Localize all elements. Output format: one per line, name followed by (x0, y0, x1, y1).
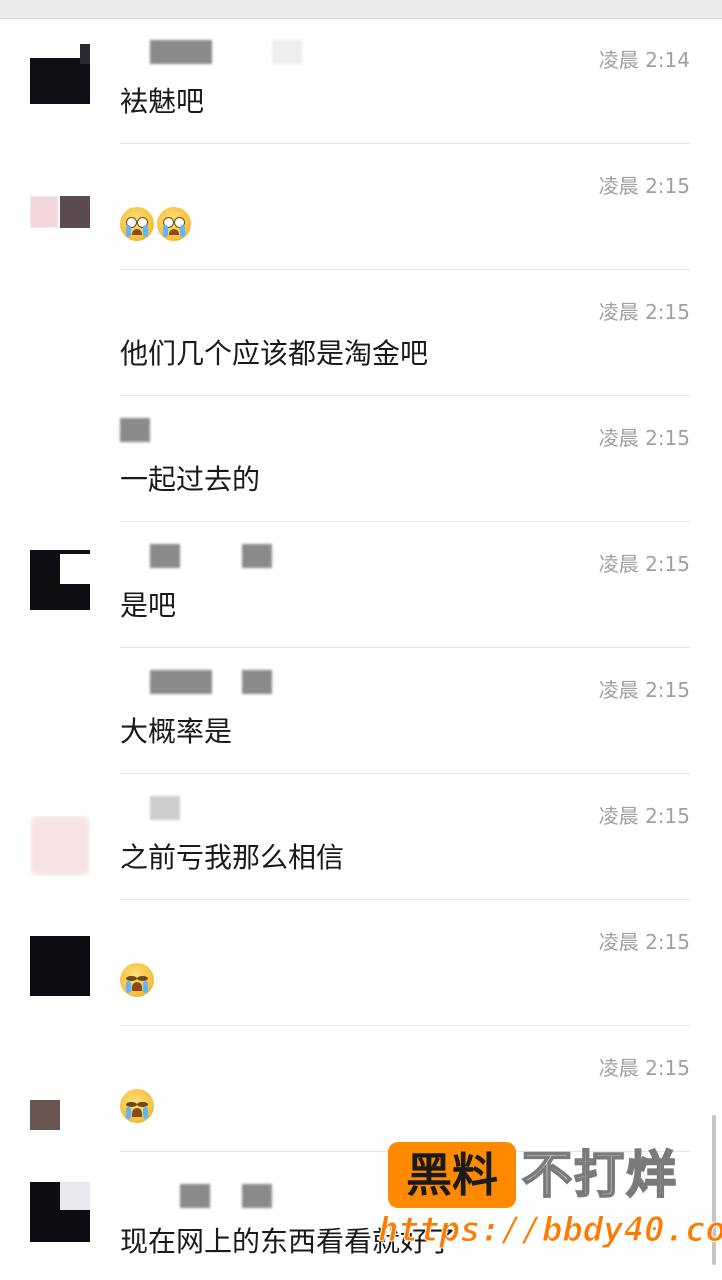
message-time: 凌晨 2:15 (598, 426, 690, 450)
message-time: 凌晨 2:15 (598, 1056, 690, 1080)
watermark: 黑料 不打烊 https://bbdy40.com (377, 1142, 722, 1262)
message-row[interactable]: 凌晨 2:15 (0, 144, 722, 270)
sender-name-redacted (242, 1184, 272, 1208)
message-time: 凌晨 2:15 (598, 552, 690, 576)
message-time: 凌晨 2:15 (598, 678, 690, 702)
crying-face-icon (120, 207, 154, 241)
avatar[interactable] (30, 1182, 90, 1242)
avatar[interactable] (30, 44, 90, 104)
avatar[interactable] (30, 1100, 60, 1130)
sender-name-redacted (150, 796, 180, 820)
message-time: 凌晨 2:15 (598, 930, 690, 954)
avatar[interactable] (30, 936, 90, 996)
sender-name-redacted (150, 544, 180, 568)
sender-name-redacted (120, 418, 150, 442)
message-time: 凌晨 2:15 (598, 300, 690, 324)
message-text: 他们几个应该都是淘金吧 (120, 337, 429, 370)
message-row[interactable]: 凌晨 2:15 之前亏我那么相信 (0, 774, 722, 900)
chat-message-list[interactable]: 凌晨 2:14 袪魅吧 凌晨 2:15 凌晨 2:15 他们几个应该都是淘金吧 … (0, 18, 722, 1278)
avatar[interactable] (30, 196, 90, 228)
message-time: 凌晨 2:15 (598, 804, 690, 828)
message-time: 凌晨 2:14 (598, 48, 690, 72)
loudly-crying-face-icon (120, 1089, 154, 1123)
watermark-url: https://bbdy40.com (377, 1210, 722, 1251)
message-row[interactable]: 凌晨 2:15 一起过去的 (0, 396, 722, 522)
message-emoji (120, 1088, 157, 1123)
message-emoji (120, 206, 194, 241)
message-row[interactable]: 凌晨 2:15 是吧 (0, 522, 722, 648)
message-row[interactable]: 凌晨 2:15 他们几个应该都是淘金吧 (0, 270, 722, 396)
sender-name-redacted (150, 670, 212, 694)
avatar[interactable] (30, 816, 90, 876)
sender-name-redacted (272, 40, 302, 64)
message-row[interactable]: 凌晨 2:15 大概率是 (0, 648, 722, 774)
message-text: 之前亏我那么相信 (120, 841, 345, 874)
sender-name-redacted (150, 40, 212, 64)
message-row[interactable]: 凌晨 2:14 袪魅吧 (0, 18, 722, 144)
message-row[interactable]: 凌晨 2:15 (0, 900, 722, 1026)
sender-name-redacted (242, 670, 272, 694)
message-text: 袪魅吧 (120, 85, 205, 118)
avatar[interactable] (30, 550, 90, 610)
message-row[interactable]: 凌晨 2:15 (0, 1026, 722, 1152)
message-time: 凌晨 2:15 (598, 174, 690, 198)
watermark-text: 不打烊 (521, 1145, 678, 1205)
sender-name-redacted (180, 1184, 210, 1208)
top-bar (0, 0, 722, 19)
message-emoji (120, 962, 157, 997)
sender-name-redacted (242, 544, 272, 568)
loudly-crying-face-icon (120, 963, 154, 997)
watermark-badge: 黑料 (388, 1142, 516, 1208)
message-text: 一起过去的 (120, 463, 261, 496)
message-text: 大概率是 (120, 715, 233, 748)
crying-face-icon (157, 207, 191, 241)
message-text: 是吧 (120, 589, 177, 622)
